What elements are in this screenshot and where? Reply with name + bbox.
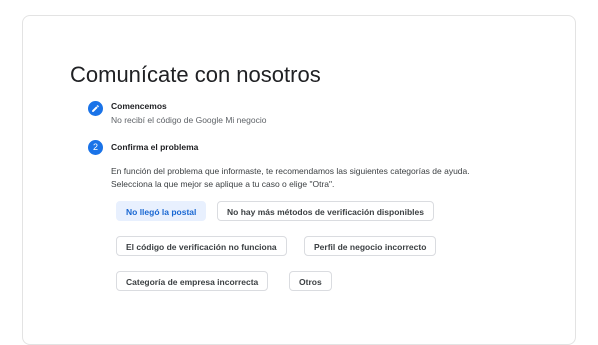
- step-2-number-badge: 2: [88, 140, 103, 155]
- option-otros[interactable]: Otros: [289, 271, 332, 291]
- page-title: Comunícate con nosotros: [70, 62, 321, 87]
- pencil-icon: [92, 105, 99, 112]
- option-categoria-incorrecta[interactable]: Categoría de empresa incorrecta: [116, 271, 269, 291]
- option-no-llego-la-postal[interactable]: No llegó la postal: [116, 201, 207, 221]
- option-codigo-no-funciona[interactable]: El código de verificación no funciona: [116, 236, 287, 256]
- step-2-title: Confirma el problema: [111, 142, 199, 152]
- step-1-subtitle: No recibí el código de Google Mi negocio: [111, 115, 267, 125]
- step-2-description: En función del problema que informaste, …: [111, 166, 470, 189]
- step-1-completed-icon: [88, 101, 103, 116]
- option-perfil-incorrecto[interactable]: Perfil de negocio incorrecto: [304, 236, 437, 256]
- step-1-title: Comencemos: [111, 101, 167, 111]
- option-no-hay-mas-metodos[interactable]: No hay más métodos de verificación dispo…: [217, 201, 434, 221]
